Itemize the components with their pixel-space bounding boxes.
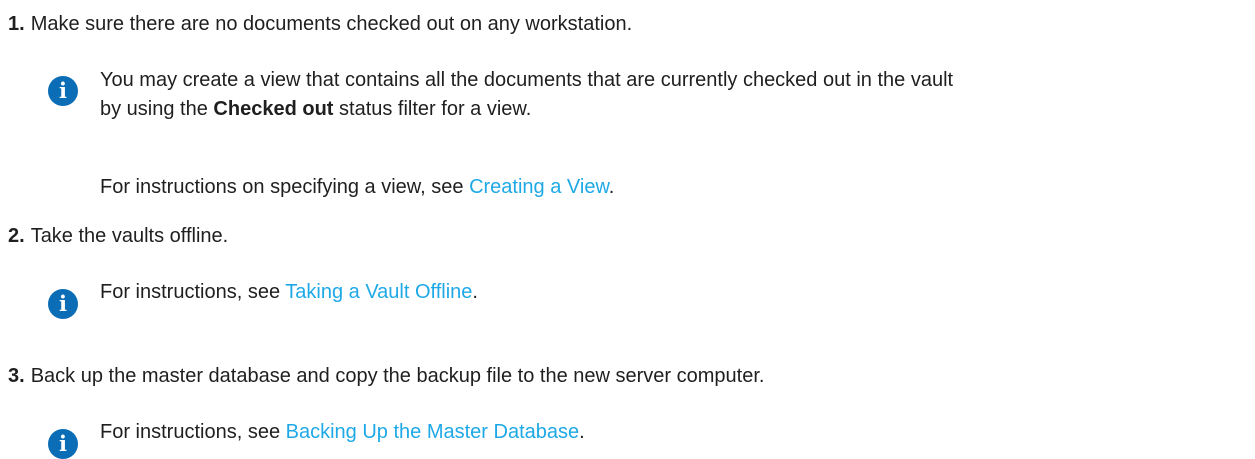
note-line-2-suffix: status filter for a view. [333, 98, 532, 120]
step-text: Make sure there are no documents checked… [30, 13, 633, 35]
note-text: For instructions, see Taking a Vault Off… [100, 278, 478, 307]
followup-suffix: . [608, 176, 615, 198]
step-1: 1. Make sure there are no documents check… [8, 12, 632, 36]
taking-a-vault-offline-link[interactable]: Taking a Vault Offline [285, 281, 472, 303]
note-line-2: by using the Checked out status filter f… [100, 95, 953, 124]
note-text: For instructions, see Backing Up the Mas… [100, 418, 585, 447]
creating-a-view-link[interactable]: Creating a View [469, 176, 609, 198]
info-icon: i [48, 76, 78, 106]
step-text: Take the vaults offline. [30, 225, 229, 247]
note-line-2-prefix: by using the [100, 98, 214, 120]
note-suffix: . [472, 281, 478, 303]
step-3: 3. Back up the master database and copy t… [8, 364, 764, 388]
followup-prefix: For instructions on specifying a view, s… [100, 176, 470, 198]
note-line-1: You may create a view that contains all … [100, 69, 954, 91]
note-text: You may create a view that contains all … [100, 66, 953, 124]
step-2: 2. Take the vaults offline. [8, 224, 228, 248]
note-prefix: For instructions, see [100, 281, 286, 303]
backing-up-master-database-link[interactable]: Backing Up the Master Database [286, 421, 580, 443]
note-prefix: For instructions, see [100, 421, 286, 443]
step-number: 1. [8, 13, 25, 35]
info-icon: i [48, 289, 78, 319]
note-suffix: . [579, 421, 585, 443]
step-number: 3. [8, 365, 25, 387]
note-followup: For instructions on specifying a view, s… [100, 173, 614, 202]
step-number: 2. [8, 225, 25, 247]
info-icon: i [48, 429, 78, 459]
step-text: Back up the master database and copy the… [30, 365, 765, 387]
checked-out-emphasis: Checked out [213, 98, 334, 120]
